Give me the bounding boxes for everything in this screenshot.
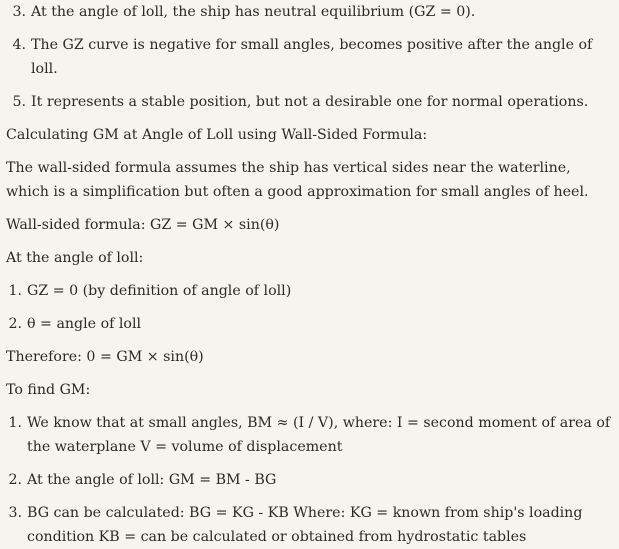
list-item: 2. θ = angle of loll xyxy=(6,312,611,336)
list-number: 1. xyxy=(8,283,22,299)
list-item: 4. The GZ curve is negative for small an… xyxy=(10,33,611,81)
list-number: 4. xyxy=(12,37,26,53)
list-number: 3. xyxy=(12,4,26,20)
list-text: GZ = 0 (by definition of angle of loll) xyxy=(27,283,292,299)
formula-line: Wall-sided formula: GZ = GM × sin(θ) xyxy=(6,217,280,233)
list-text: The GZ curve is negative for small angle… xyxy=(31,37,593,77)
list-item: 3. At the angle of loll, the ship has ne… xyxy=(10,0,611,24)
section-heading: Calculating GM at Angle of Loll using Wa… xyxy=(6,127,428,143)
list-item: 5. It represents a stable position, but … xyxy=(10,90,611,114)
list-number: 3. xyxy=(8,505,22,521)
list-number: 2. xyxy=(8,472,22,488)
list-number: 5. xyxy=(12,94,26,110)
list-text: At the angle of loll: GM = BM - BG xyxy=(27,472,277,488)
therefore-line: Therefore: 0 = GM × sin(θ) xyxy=(6,349,204,365)
list-item: 1. GZ = 0 (by definition of angle of lol… xyxy=(6,279,611,303)
list-item: 2. At the angle of loll: GM = BM - BG xyxy=(6,468,611,492)
list-item: 3. BG can be calculated: BG = KG - KB Wh… xyxy=(6,501,611,549)
wall-sided-description: The wall-sided formula assumes the ship … xyxy=(6,160,589,200)
find-gm-label: To find GM: xyxy=(6,382,91,398)
list-number: 1. xyxy=(8,415,22,431)
document-body: 3. At the angle of loll, the ship has ne… xyxy=(0,0,619,545)
angle-conditions-list: 1. GZ = 0 (by definition of angle of lol… xyxy=(6,279,611,336)
list-text: At the angle of loll, the ship has neutr… xyxy=(31,4,476,20)
list-text: θ = angle of loll xyxy=(27,316,142,332)
gm-steps-list: 1. We know that at small angles, BM ≈ (I… xyxy=(6,411,611,549)
list-text: It represents a stable position, but not… xyxy=(31,94,589,110)
list-number: 2. xyxy=(8,316,22,332)
list-item: 1. We know that at small angles, BM ≈ (I… xyxy=(6,411,611,459)
stability-points-list: 3. At the angle of loll, the ship has ne… xyxy=(6,0,611,114)
at-angle-label: At the angle of loll: xyxy=(6,250,144,266)
list-text: BG can be calculated: BG = KG - KB Where… xyxy=(27,505,583,545)
list-text: We know that at small angles, BM ≈ (I / … xyxy=(27,415,611,455)
